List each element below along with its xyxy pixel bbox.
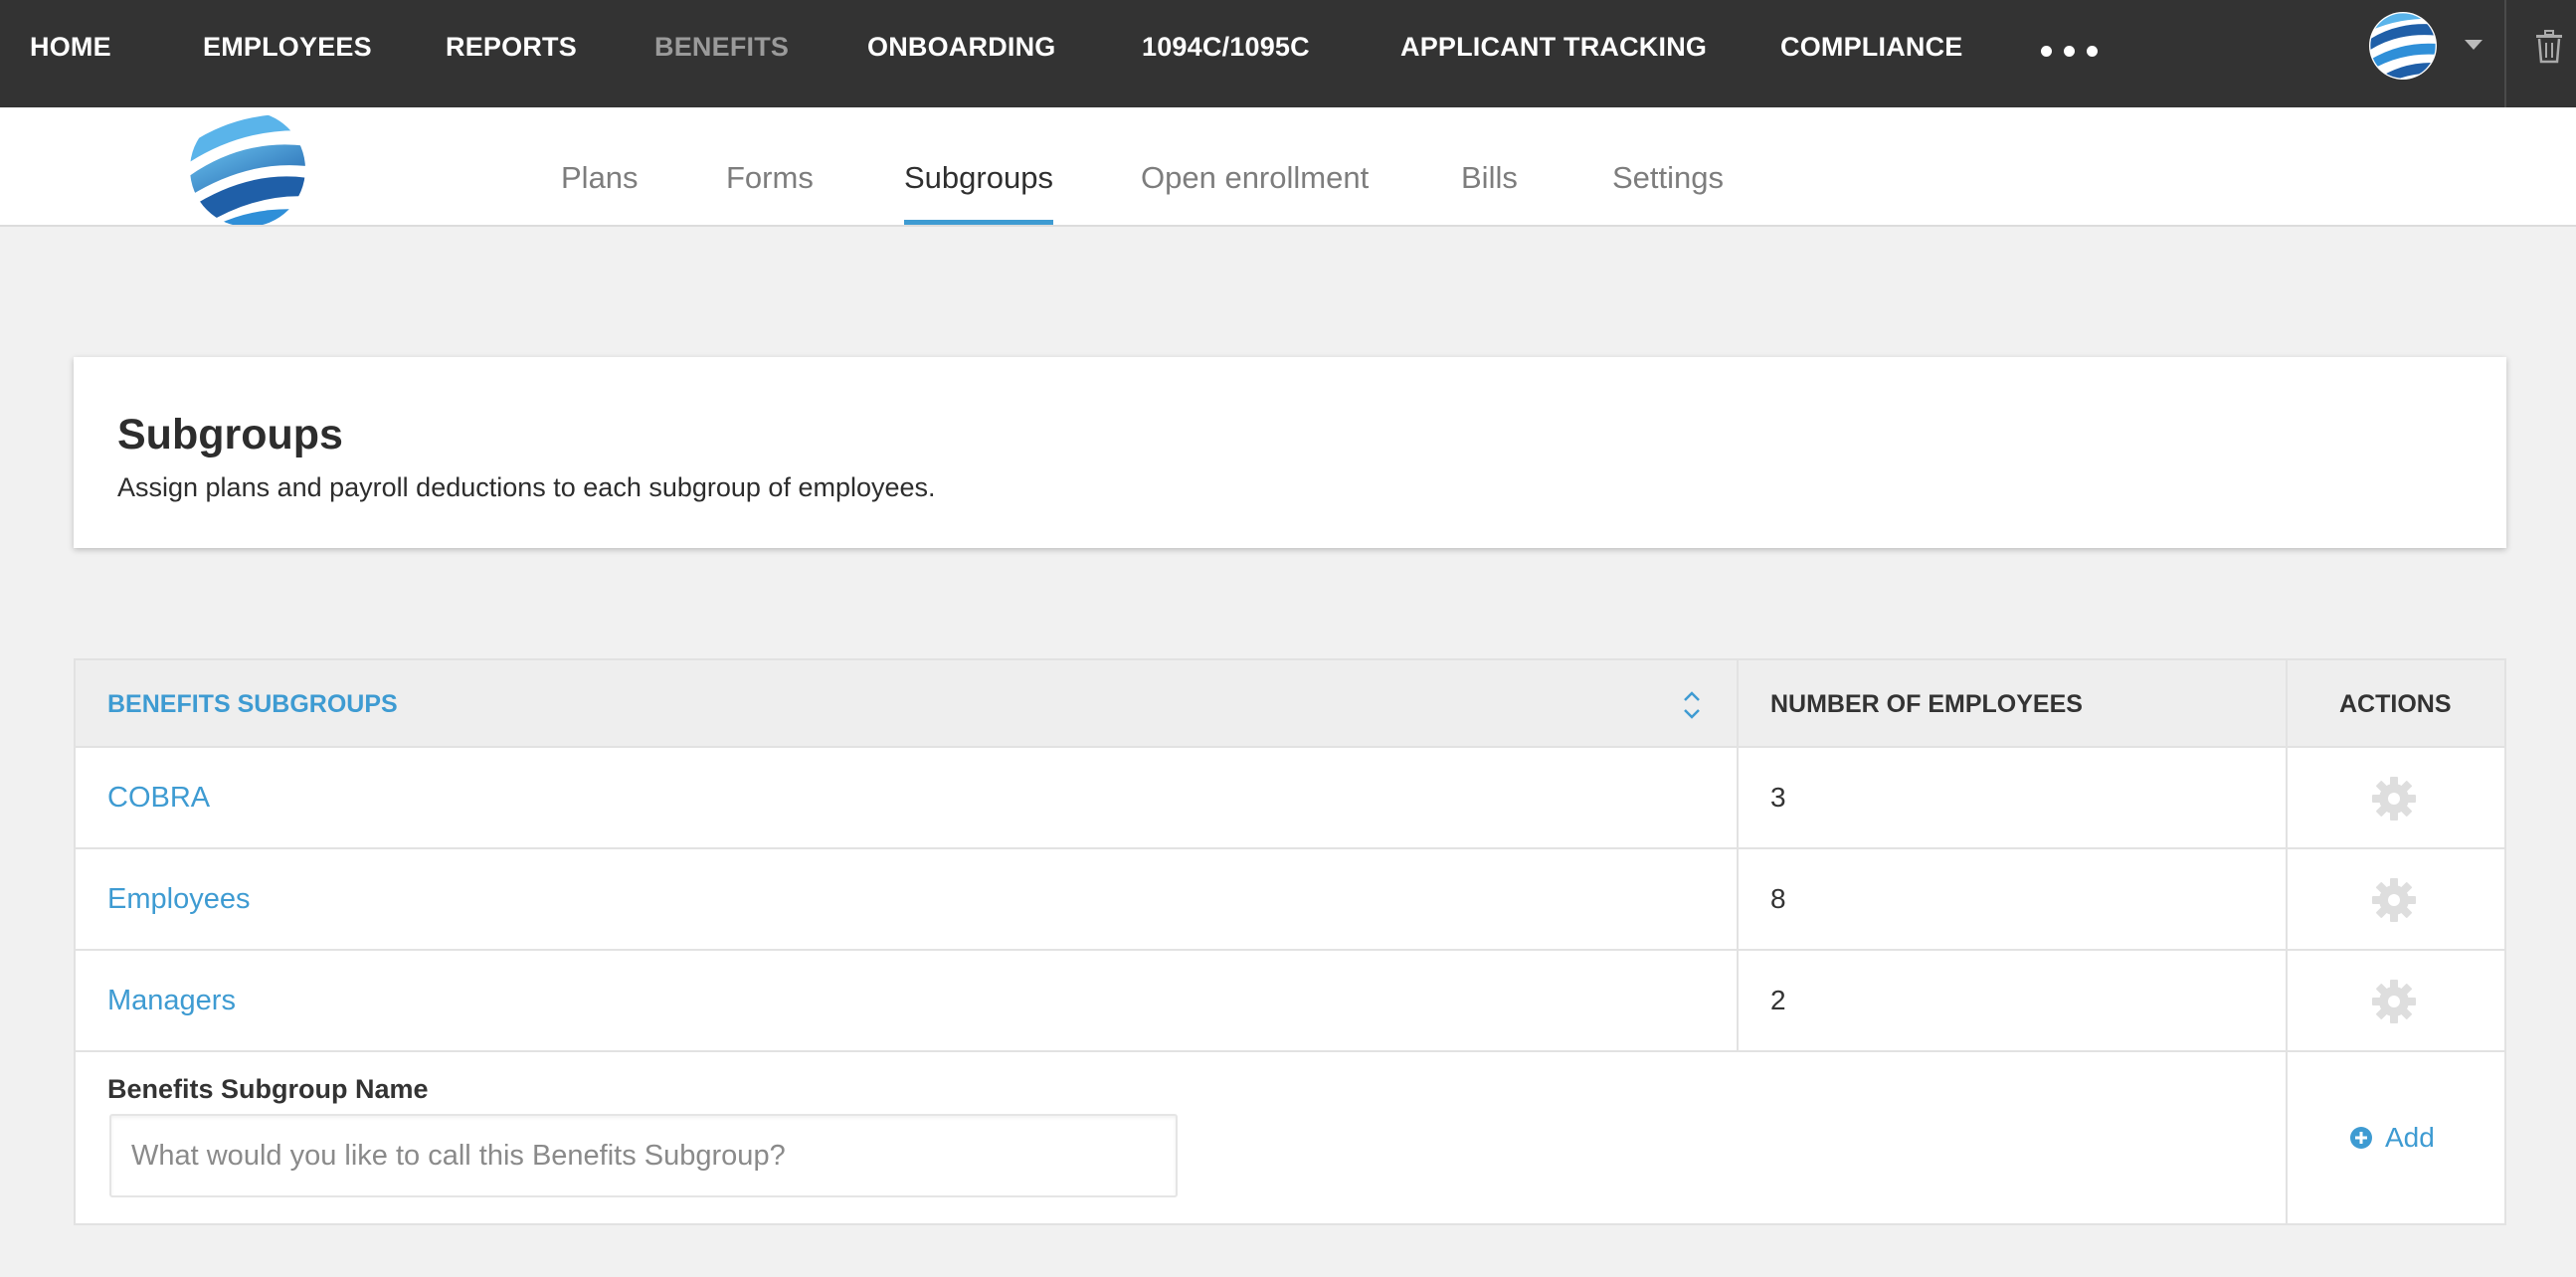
add-subgroup-row: Benefits Subgroup Name Add (76, 1052, 2504, 1223)
tab-forms[interactable]: Forms (726, 107, 814, 225)
subgroup-link-managers[interactable]: Managers (107, 951, 236, 1050)
tab-bills[interactable]: Bills (1461, 107, 1518, 225)
company-logo (185, 107, 310, 227)
page-title: Subgroups (117, 411, 343, 458)
subgroup-link-employees[interactable]: Employees (107, 849, 250, 949)
tab-open-enrollment[interactable]: Open enrollment (1141, 107, 1369, 225)
add-button-label: Add (2385, 1122, 2435, 1153)
plus-circle-icon (2350, 1127, 2372, 1149)
table-header: BENEFITS SUBGROUPS NUMBER OF EMPLOYEES A… (76, 660, 2504, 748)
gear-icon[interactable] (2370, 775, 2418, 822)
nav-home[interactable]: HOME (30, 0, 111, 93)
nav-applicant-tracking[interactable]: APPLICANT TRACKING (1400, 0, 1707, 93)
column-header-employees: NUMBER OF EMPLOYEES (1770, 690, 2083, 718)
trash-icon[interactable] (2534, 30, 2564, 64)
gear-icon[interactable] (2370, 978, 2418, 1025)
more-horizontal-icon[interactable] (2041, 36, 2098, 66)
avatar[interactable] (2369, 12, 2437, 80)
subgroup-link-cobra[interactable]: COBRA (107, 748, 210, 847)
tab-subgroups[interactable]: Subgroups (904, 107, 1053, 225)
sort-icon[interactable] (1681, 688, 1703, 722)
globe-logo-icon (190, 111, 305, 227)
nav-divider (2504, 0, 2506, 107)
globe-logo-icon (2370, 13, 2436, 79)
gear-icon[interactable] (2370, 876, 2418, 924)
chevron-down-icon[interactable] (2465, 40, 2483, 50)
tab-settings[interactable]: Settings (1612, 107, 1724, 225)
nav-1094c-1095c[interactable]: 1094C/1095C (1142, 0, 1310, 93)
account-menu[interactable] (2369, 0, 2506, 107)
page-description: Assign plans and payroll deductions to e… (117, 472, 936, 502)
table-row: COBRA 3 (76, 748, 2504, 849)
tab-plans[interactable]: Plans (561, 107, 639, 225)
nav-compliance[interactable]: COMPLIANCE (1780, 0, 1963, 93)
nav-benefits[interactable]: BENEFITS (654, 0, 789, 93)
nav-employees[interactable]: EMPLOYEES (203, 0, 372, 93)
add-subgroup-button[interactable]: Add (2349, 1052, 2435, 1223)
nav-reports[interactable]: REPORTS (446, 0, 577, 93)
employee-count: 2 (1770, 985, 1786, 1015)
subgroups-table: BENEFITS SUBGROUPS NUMBER OF EMPLOYEES A… (74, 658, 2506, 1225)
sub-navigation: Plans Forms Subgroups Open enrollment Bi… (0, 107, 2576, 227)
employee-count: 8 (1770, 883, 1786, 914)
table-row: Managers 2 (76, 951, 2504, 1052)
column-header-subgroups[interactable]: BENEFITS SUBGROUPS (107, 660, 398, 748)
top-navigation: HOME EMPLOYEES REPORTS BENEFITS ONBOARDI… (0, 0, 2576, 107)
table-row: Employees 8 (76, 849, 2504, 951)
subgroup-name-input[interactable] (109, 1114, 1178, 1197)
column-header-actions: ACTIONS (2339, 690, 2452, 718)
page-header-card: Subgroups Assign plans and payroll deduc… (74, 357, 2506, 548)
nav-onboarding[interactable]: ONBOARDING (867, 0, 1056, 93)
employee-count: 3 (1770, 782, 1786, 813)
subgroup-name-label: Benefits Subgroup Name (107, 1074, 429, 1104)
